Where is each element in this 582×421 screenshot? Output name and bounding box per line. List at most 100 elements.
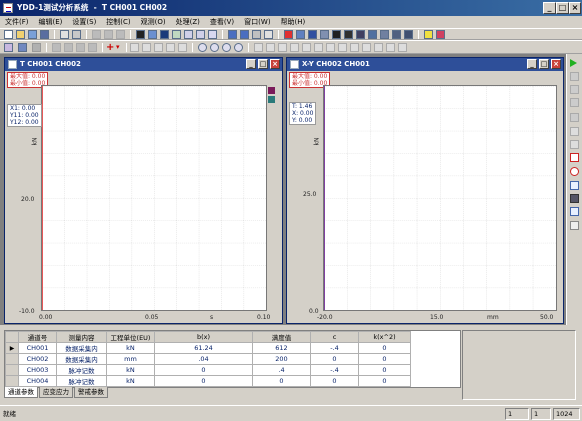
cell-c[interactable]: -.4 — [310, 342, 359, 354]
cell-channel[interactable]: CH002 — [18, 353, 57, 365]
minimize-button[interactable]: _ — [543, 2, 556, 14]
bar-chart-2-icon[interactable] — [344, 30, 353, 39]
start-icon[interactable] — [570, 59, 577, 67]
tool-a-icon[interactable] — [52, 43, 61, 52]
marker-m-icon[interactable] — [398, 43, 407, 52]
table-row[interactable]: CH002 数据采集内 mm .04 200 0 0 — [5, 353, 411, 365]
cell-b[interactable]: 0 — [154, 364, 253, 376]
menu-observe[interactable]: 观测(O) — [136, 16, 171, 28]
zoom-window-icon[interactable] — [18, 43, 27, 52]
bar-chart-icon[interactable] — [332, 30, 341, 39]
cell-channel[interactable]: CH001 — [18, 342, 57, 354]
about-icon[interactable] — [424, 30, 433, 39]
child-close-button[interactable]: × — [270, 59, 280, 69]
zero-icon[interactable] — [570, 140, 579, 149]
child-close-button[interactable]: × — [551, 59, 561, 69]
step-forward-icon[interactable] — [142, 43, 151, 52]
col-header[interactable]: 通道号 — [18, 331, 57, 343]
channel-set-icon[interactable] — [570, 127, 579, 136]
cell-channel[interactable]: CH004 — [18, 375, 57, 387]
table-icon[interactable] — [208, 30, 217, 39]
zoom-in-icon[interactable] — [198, 43, 207, 52]
scale-icon[interactable] — [264, 30, 273, 39]
tab-strain-stress[interactable]: 应变应力 — [39, 387, 73, 398]
layout-icon[interactable] — [228, 30, 237, 39]
marker-k-icon[interactable] — [374, 43, 383, 52]
marker-d-icon[interactable] — [290, 43, 299, 52]
bar-chart-3-icon[interactable] — [356, 30, 365, 39]
cell-unit[interactable]: kN — [106, 375, 155, 387]
marker-i-icon[interactable] — [350, 43, 359, 52]
col-header[interactable]: k(x^2) — [358, 331, 411, 343]
cell-k[interactable]: 0 — [358, 375, 411, 387]
cell-unit[interactable]: mm — [106, 353, 155, 365]
menu-edit[interactable]: 编辑(E) — [34, 16, 68, 28]
wave-icon[interactable] — [196, 30, 205, 39]
xy-chart-titlebar[interactable]: X-Y CH002 CH001 _ □ × — [287, 58, 563, 71]
xy-plot-area[interactable] — [323, 85, 557, 311]
tab-alarm-params[interactable]: 警戒参数 — [74, 387, 108, 398]
link-icon[interactable] — [296, 30, 305, 39]
menu-file[interactable]: 文件(F) — [0, 16, 34, 28]
trigger-icon[interactable] — [570, 98, 579, 107]
table-row[interactable]: ▶ CH001 数据采集内 kN 61.24 612 -.4 0 — [5, 342, 411, 354]
menu-view[interactable]: 查看(V) — [205, 16, 239, 28]
cell-c[interactable]: 0 — [310, 375, 359, 387]
new-icon[interactable] — [4, 30, 13, 39]
save-icon[interactable] — [28, 30, 37, 39]
tab-channel-params[interactable]: 通道参数 — [4, 387, 38, 398]
maximize-button[interactable]: □ — [556, 2, 569, 14]
child-minimize-button[interactable]: _ — [246, 59, 256, 69]
export-icon[interactable] — [368, 30, 377, 39]
tool-b-icon[interactable] — [64, 43, 73, 52]
cell-c[interactable]: 0 — [310, 353, 359, 365]
child-minimize-button[interactable]: _ — [527, 59, 537, 69]
cell-b[interactable]: .04 — [154, 353, 253, 365]
grid-view-icon[interactable] — [172, 30, 181, 39]
cursor-dropdown-icon[interactable]: ▾ — [116, 41, 120, 54]
calibrate-icon[interactable] — [570, 153, 579, 162]
menu-control[interactable]: 控制(C) — [101, 16, 135, 28]
menu-process[interactable]: 处理(Z) — [171, 16, 205, 28]
table-row[interactable]: CH004 脉冲记数 kN 0 0 0 0 — [5, 375, 411, 387]
paste-icon[interactable] — [116, 30, 125, 39]
pointer-icon[interactable] — [32, 43, 41, 52]
col-header[interactable]: 测量内容 — [56, 331, 107, 343]
menu-settings[interactable]: 设置(S) — [67, 16, 101, 28]
step-back-icon[interactable] — [130, 43, 139, 52]
series-2-swatch[interactable] — [268, 96, 275, 103]
print-icon[interactable] — [72, 30, 81, 39]
cell-k[interactable]: 0 — [358, 353, 411, 365]
col-header[interactable]: 满度值 — [252, 331, 311, 343]
marker-g-icon[interactable] — [326, 43, 335, 52]
cell-full-scale[interactable]: 612 — [252, 342, 311, 354]
device-icon[interactable] — [570, 194, 579, 203]
child-maximize-button[interactable]: □ — [258, 59, 268, 69]
stat-icon[interactable] — [404, 30, 413, 39]
cell-k[interactable]: 0 — [358, 342, 411, 354]
cell-b[interactable]: 61.24 — [154, 342, 253, 354]
cell-content[interactable]: 脉冲记数 — [56, 364, 107, 376]
pause-icon[interactable] — [570, 72, 579, 81]
save-all-icon[interactable] — [40, 30, 49, 39]
cell-k[interactable]: 0 — [358, 364, 411, 376]
col-header[interactable]: c — [310, 331, 359, 343]
cell-full-scale[interactable]: .4 — [252, 364, 311, 376]
marker-f-icon[interactable] — [314, 43, 323, 52]
table-row[interactable]: CH003 脉冲记数 kN 0 .4 -.4 0 — [5, 364, 411, 376]
split-icon[interactable] — [240, 30, 249, 39]
row-selector[interactable] — [5, 375, 19, 387]
target-icon[interactable] — [570, 167, 579, 176]
tool-c-icon[interactable] — [76, 43, 85, 52]
cell-unit[interactable]: kN — [106, 342, 155, 354]
analyze-icon[interactable] — [320, 30, 329, 39]
chart-icon[interactable] — [184, 30, 193, 39]
marker-c-icon[interactable] — [278, 43, 287, 52]
add-cursor-icon[interactable]: + — [106, 41, 114, 54]
zoom-y-icon[interactable] — [234, 43, 243, 52]
help-icon[interactable] — [436, 30, 445, 39]
measure-icon[interactable] — [308, 30, 317, 39]
time-chart-window[interactable]: T CH001 CH002 _ □ × 最大值: 0.00 最小值: 0.00 … — [4, 57, 283, 324]
col-header[interactable]: 工程单位(EU) — [106, 331, 155, 343]
row-selector[interactable] — [5, 353, 19, 365]
